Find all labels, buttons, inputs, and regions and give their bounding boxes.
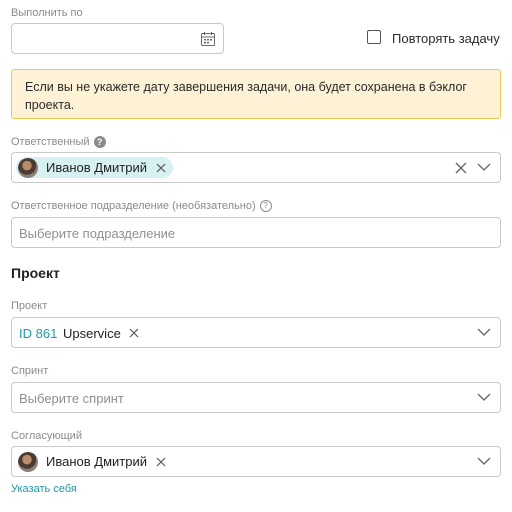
clear-icon[interactable]: [455, 162, 467, 174]
sprint-placeholder: Выберите спринт: [19, 391, 124, 406]
assignee-tag-name: Иванов Дмитрий: [46, 160, 147, 175]
calendar-icon[interactable]: [200, 31, 216, 47]
remove-tag-icon[interactable]: [156, 163, 166, 173]
project-section-title: Проект: [11, 265, 60, 281]
assignee-label-text: Ответственный: [11, 136, 90, 148]
assignee-tag: Иванов Дмитрий: [16, 157, 173, 178]
assignee-label: Ответственный?: [11, 136, 106, 149]
project-select[interactable]: ID 861 Upservice: [11, 317, 501, 348]
avatar: [18, 451, 38, 472]
chevron-down-icon[interactable]: [477, 456, 491, 466]
chevron-down-icon[interactable]: [477, 392, 491, 402]
repeat-task-checkbox[interactable]: [367, 30, 381, 44]
approver-tag-name: Иванов Дмитрий: [46, 454, 147, 469]
backlog-notice-text: Если вы не укажете дату завершения задач…: [25, 80, 467, 112]
assignee-select[interactable]: Иванов Дмитрий: [11, 152, 501, 183]
department-label-text: Ответственное подразделение (необязатель…: [11, 200, 256, 212]
department-placeholder: Выберите подразделение: [19, 226, 176, 241]
help-icon[interactable]: ?: [93, 136, 106, 149]
project-id: ID 861: [19, 326, 58, 341]
department-select[interactable]: Выберите подразделение: [11, 217, 501, 248]
sprint-select[interactable]: Выберите спринт: [11, 382, 501, 413]
approver-tag: Иванов Дмитрий: [16, 451, 173, 472]
project-name: Upservice: [63, 326, 121, 341]
repeat-task-label[interactable]: Повторять задачу: [392, 31, 500, 46]
remove-tag-icon[interactable]: [156, 457, 166, 467]
due-date-input[interactable]: [11, 23, 224, 54]
approver-label: Согласующий: [11, 430, 82, 442]
help-icon[interactable]: ?: [259, 200, 272, 213]
chevron-down-icon[interactable]: [477, 327, 491, 337]
department-label: Ответственное подразделение (необязатель…: [11, 200, 272, 213]
assign-self-link[interactable]: Указать себя: [11, 483, 77, 495]
sprint-label: Спринт: [11, 365, 49, 377]
approver-select[interactable]: Иванов Дмитрий: [11, 446, 501, 477]
due-date-label: Выполнить по: [11, 7, 83, 19]
remove-project-icon[interactable]: [129, 328, 139, 338]
chevron-down-icon[interactable]: [477, 162, 491, 172]
backlog-notice: Если вы не укажете дату завершения задач…: [11, 69, 501, 119]
project-label: Проект: [11, 300, 48, 312]
avatar: [18, 157, 38, 178]
